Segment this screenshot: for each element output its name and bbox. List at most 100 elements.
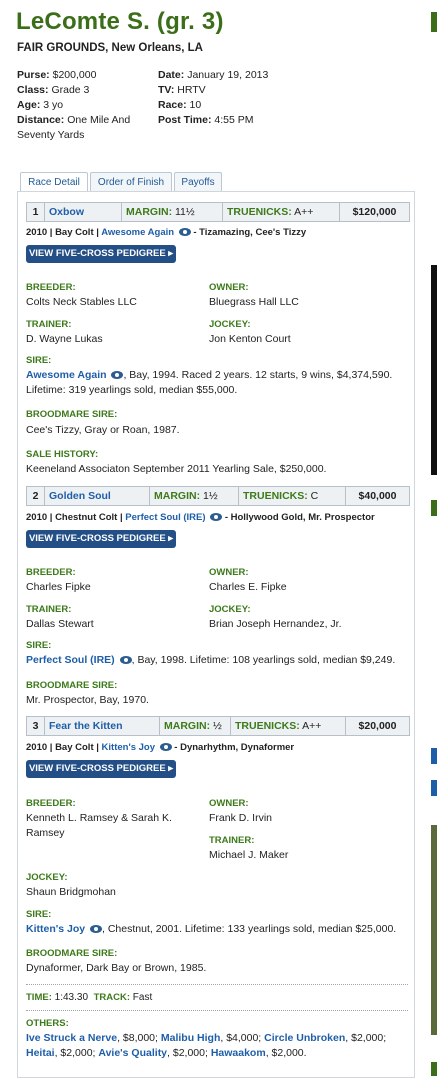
earnings-cell: $40,000 — [358, 490, 397, 502]
broodmare-sire-label: BROODMARE SIRE: — [26, 680, 118, 691]
owner-value: Bluegrass Hall LLC — [209, 296, 299, 308]
earnings-cell: $120,000 — [352, 206, 397, 218]
sidebar-button-edge[interactable] — [431, 780, 437, 796]
horse-name-link[interactable]: Fear the Kitten — [45, 717, 160, 735]
age-row: Age: 3 yo — [17, 99, 64, 111]
sidebar-heading-mark — [431, 1062, 437, 1076]
trainer-value: D. Wayne Lukas — [26, 333, 103, 345]
earnings-cell: $20,000 — [358, 720, 397, 732]
eye-icon[interactable] — [210, 513, 223, 522]
time-track-row: TIME: 1:43.30 TRACK: Fast — [26, 992, 153, 1003]
tab-payoffs[interactable]: Payoffs — [174, 172, 222, 192]
others-list: Ive Struck a Nerve, $8,000; Malibu High,… — [26, 1032, 387, 1059]
horse-link[interactable]: Hawaakom — [211, 1047, 266, 1059]
post-time-row: Post Time: 4:55 PM — [158, 114, 254, 126]
jockey-value: Shaun Bridgmohan — [26, 886, 116, 898]
horse-header-row: 3 Fear the Kitten MARGIN: ½ TRUENICKS: A… — [26, 716, 410, 736]
sidebar-image — [431, 825, 437, 1035]
breeding-line: 2010 | Bay Colt | Kitten's Joy - Dynarhy… — [26, 742, 295, 753]
breeder-value: Colts Neck Stables LLC — [26, 296, 137, 308]
others-label: OTHERS: — [26, 1018, 69, 1029]
race-detail-page: LeComte S. (gr. 3) FAIR GROUNDS, New Orl… — [0, 0, 437, 1086]
divider — [26, 1010, 408, 1011]
horse-name-link[interactable]: Oxbow — [45, 203, 122, 221]
truenicks-cell: TRUENICKS: A++ — [223, 203, 340, 221]
eye-icon[interactable] — [119, 656, 132, 665]
sidebar-media-block — [431, 265, 437, 475]
margin-cell: MARGIN: ½ — [160, 717, 231, 735]
broodmare-sire-value: Mr. Prospector, Bay, 1970. — [26, 694, 149, 706]
trainer-label: TRAINER: — [26, 604, 72, 615]
sire-value: Perfect Soul (IRE) , Bay, 1998. Lifetime… — [26, 654, 396, 666]
view-pedigree-button[interactable]: VIEW FIVE-CROSS PEDIGREE ▸ — [26, 245, 176, 263]
margin-cell: MARGIN: 11½ — [122, 203, 223, 221]
breeder-value: Charles Fipke — [26, 581, 91, 593]
tv-row: TV: HRTV — [158, 84, 206, 96]
sire-link[interactable]: Perfect Soul (IRE) — [26, 654, 115, 666]
divider — [26, 984, 408, 985]
breeder-label: BREEDER: — [26, 798, 76, 809]
sire-value: Awesome Again , Bay, 1994. Raced 2 years… — [26, 369, 393, 396]
broodmare-sire-value: Dynaformer, Dark Bay or Brown, 1985. — [26, 962, 207, 974]
horse-header-row: 1 Oxbow MARGIN: 11½ TRUENICKS: A++ $120,… — [26, 202, 410, 222]
horse-link[interactable]: Heitai — [26, 1047, 55, 1059]
sire-label: SIRE: — [26, 640, 52, 651]
margin-cell: MARGIN: 1½ — [150, 487, 239, 505]
sire-value: Kitten's Joy , Chestnut, 2001. Lifetime:… — [26, 923, 397, 935]
sire-link[interactable]: Awesome Again — [101, 227, 174, 238]
broodmare-sire-value: Cee's Tizzy, Gray or Roan, 1987. — [26, 424, 180, 436]
tab-race-detail[interactable]: Race Detail — [20, 172, 88, 193]
owner-label: OWNER: — [209, 282, 249, 293]
class-row: Class: Grade 3 — [17, 84, 90, 96]
sire-link[interactable]: Kitten's Joy — [26, 923, 85, 935]
owner-label: OWNER: — [209, 798, 249, 809]
view-pedigree-button[interactable]: VIEW FIVE-CROSS PEDIGREE ▸ — [26, 760, 176, 778]
horse-link[interactable]: Avie's Quality — [98, 1047, 167, 1059]
horse-link[interactable]: Circle Unbroken — [264, 1032, 345, 1044]
sire-link[interactable]: Perfect Soul (IRE) — [125, 512, 205, 523]
race-info-left: Purse: $200,000 Class: Grade 3 Age: 3 yo… — [17, 68, 152, 143]
owner-value: Frank D. Irvin — [209, 812, 273, 824]
race-detail-panel: 1 Oxbow MARGIN: 11½ TRUENICKS: A++ $120,… — [17, 191, 415, 1078]
jockey-value: Jon Kenton Court — [209, 333, 291, 345]
horse-name-link[interactable]: Golden Soul — [45, 487, 150, 505]
trainer-value: Dallas Stewart — [26, 618, 94, 630]
horse-header-row: 2 Golden Soul MARGIN: 1½ TRUENICKS: C $4… — [26, 486, 410, 506]
breeding-line: 2010 | Bay Colt | Awesome Again - Tizama… — [26, 227, 307, 238]
sidebar-heading-mark — [431, 500, 437, 516]
horse-link[interactable]: Ive Struck a Nerve — [26, 1032, 117, 1044]
broodmare-sire-label: BROODMARE SIRE: — [26, 948, 118, 959]
eye-icon[interactable] — [90, 925, 103, 934]
race-row: Race: 10 — [158, 99, 202, 111]
distance-row: Distance: One Mile And Seventy Yards — [17, 114, 131, 141]
trainer-value: Michael J. Maker — [209, 849, 289, 861]
eye-icon[interactable] — [159, 743, 172, 752]
eye-icon[interactable] — [178, 228, 191, 237]
trainer-label: TRAINER: — [209, 835, 255, 846]
sale-history-value: Keeneland Associaton September 2011 Year… — [26, 463, 327, 475]
finish-position: 2 — [27, 487, 45, 505]
breeder-label: BREEDER: — [26, 567, 76, 578]
sidebar-button-edge[interactable] — [431, 748, 437, 764]
sale-history-label: SALE HISTORY: — [26, 449, 99, 460]
owner-value: Charles E. Fipke — [209, 581, 287, 593]
breeder-label: BREEDER: — [26, 282, 76, 293]
page-title: LeComte S. (gr. 3) — [16, 8, 224, 35]
sire-link[interactable]: Awesome Again — [26, 369, 107, 381]
view-pedigree-button[interactable]: VIEW FIVE-CROSS PEDIGREE ▸ — [26, 530, 176, 548]
jockey-label: JOCKEY: — [209, 604, 251, 615]
truenicks-cell: TRUENICKS: A++ — [231, 717, 346, 735]
jockey-value: Brian Joseph Hernandez, Jr. — [209, 618, 342, 630]
race-info-right: Date: January 19, 2013 TV: HRTV Race: 10… — [158, 68, 298, 128]
purse-row: Purse: $200,000 — [17, 69, 97, 81]
sire-label: SIRE: — [26, 909, 52, 920]
finish-position: 3 — [27, 717, 45, 735]
trainer-label: TRAINER: — [26, 319, 72, 330]
tab-order-of-finish[interactable]: Order of Finish — [90, 172, 172, 192]
eye-icon[interactable] — [111, 371, 124, 380]
horse-link[interactable]: Malibu High — [161, 1032, 221, 1044]
sire-link[interactable]: Kitten's Joy — [102, 742, 155, 753]
right-sidebar-edge — [431, 0, 437, 1086]
jockey-label: JOCKEY: — [26, 872, 68, 883]
finish-position: 1 — [27, 203, 45, 221]
